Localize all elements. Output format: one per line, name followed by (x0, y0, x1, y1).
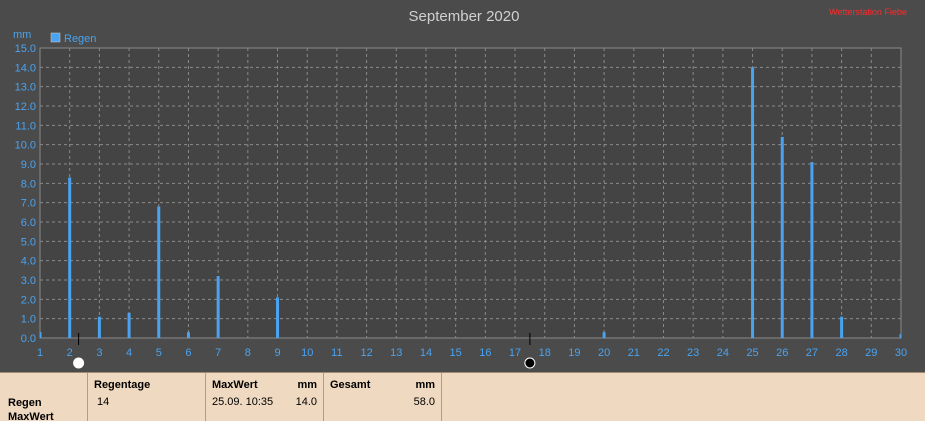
x-tick-label: 28 (835, 347, 847, 359)
x-tick-label: 18 (539, 347, 551, 359)
x-tick-label: 10 (301, 347, 313, 359)
x-tick-label: 5 (156, 347, 162, 359)
x-tick-label: 3 (96, 347, 102, 359)
col-header-regentage: Regentage (94, 379, 151, 391)
maxwert-value: 14.0 (295, 396, 317, 408)
y-tick-label: 4.0 (21, 256, 36, 268)
y-tick-label: 10.0 (15, 140, 36, 152)
x-tick-label: 15 (450, 347, 462, 359)
rain-bar (751, 67, 755, 338)
rain-bar (840, 316, 844, 338)
rain-bar (276, 297, 280, 338)
x-tick-label: 29 (865, 347, 877, 359)
x-tick-label: 4 (126, 347, 132, 359)
y-tick-label: 3.0 (21, 275, 36, 287)
x-tick-label: 1 (37, 347, 43, 359)
maxwert-datetime: 25.09. 10:35 (212, 396, 274, 408)
x-tick-label: 7 (215, 347, 221, 359)
summary-row-labels: Regen MaxWert (0, 373, 88, 421)
x-tick-label: 19 (568, 347, 580, 359)
row-label-regen: Regen (8, 397, 42, 409)
x-tick-label: 25 (746, 347, 758, 359)
rain-bar (602, 332, 606, 338)
x-axis: 1 2 3 4 5 6 7 8 9 10 11 12 13 14 15 16 17 18 19 20 21 22 23 24 2… (37, 347, 907, 359)
full-moon-icon (73, 357, 85, 369)
rain-bar (97, 316, 101, 338)
y-tick-label: 8.0 (21, 178, 36, 190)
x-tick-label: 17 (509, 347, 521, 359)
y-tick-label: 7.0 (21, 198, 36, 210)
new-moon-icon (524, 357, 536, 369)
x-tick-label: 16 (479, 347, 491, 359)
x-tick-label: 30 (895, 347, 907, 359)
gesamt-value: 58.0 (413, 396, 435, 408)
plot-area (39, 47, 902, 339)
x-tick-label: 24 (717, 347, 729, 359)
x-tick-label: 8 (245, 347, 251, 359)
x-tick-label: 2 (67, 347, 73, 359)
legend-label-regen: Regen (64, 33, 96, 45)
rain-bar (186, 332, 190, 338)
y-axis-unit: mm (13, 29, 31, 41)
rain-bar (780, 136, 784, 338)
y-axis: 0.0 1.0 2.0 3.0 4.0 5.0 6.0 7.0 8.0 9.0 10.0 11.0 12… (15, 43, 36, 345)
x-tick-label: 21 (628, 347, 640, 359)
y-tick-label: 13.0 (15, 82, 36, 94)
x-tick-label: 23 (687, 347, 699, 359)
summary-col-regentage: Regentage 14 (87, 373, 206, 421)
x-tick-label: 22 (657, 347, 669, 359)
rain-bar (157, 206, 161, 338)
y-tick-label: 15.0 (15, 43, 36, 55)
x-tick-label: 20 (598, 347, 610, 359)
x-tick-label: 14 (420, 347, 432, 359)
maxwert-unit: mm (297, 379, 317, 391)
x-tick-label: 6 (185, 347, 191, 359)
summary-col-gesamt: Gesamt mm 58.0 (323, 373, 442, 421)
y-tick-label: 6.0 (21, 217, 36, 229)
y-tick-label: 11.0 (15, 120, 36, 132)
y-tick-label: 1.0 (21, 314, 36, 326)
rain-bar (127, 312, 131, 338)
rain-chart: September 2020 Wetterstation Fiebe mm Re… (13, 7, 907, 369)
x-tick-label: 11 (331, 347, 342, 359)
watermark-text: Wetterstation Fiebe (829, 7, 907, 17)
gesamt-unit: mm (415, 379, 435, 391)
summary-col-maxwert: MaxWert mm 25.09. 10:35 14.0 (205, 373, 324, 421)
chart-title: September 2020 (409, 8, 520, 25)
rain-bar (810, 162, 814, 338)
y-tick-label: 5.0 (21, 236, 36, 248)
regentage-value: 14 (97, 396, 110, 408)
y-tick-label: 0.0 (21, 333, 36, 345)
x-tick-label: 27 (806, 347, 818, 359)
rain-bar (68, 177, 72, 338)
rain-bar (899, 334, 901, 338)
y-tick-label: 12.0 (15, 101, 36, 113)
legend-swatch-regen (50, 32, 61, 43)
rain-bar (40, 332, 42, 338)
x-tick-label: 26 (776, 347, 788, 359)
x-tick-label: 12 (360, 347, 372, 359)
rain-bar (216, 276, 220, 338)
col-header-maxwert: MaxWert (212, 379, 258, 391)
summary-panel: Regen MaxWert Regentage 14 MaxWert mm 25… (0, 372, 925, 421)
y-tick-label: 2.0 (21, 294, 36, 306)
x-tick-label: 9 (274, 347, 280, 359)
x-tick-label: 13 (390, 347, 402, 359)
y-tick-label: 9.0 (21, 159, 36, 171)
y-tick-label: 14.0 (15, 62, 36, 74)
col-header-gesamt: Gesamt (330, 379, 371, 391)
